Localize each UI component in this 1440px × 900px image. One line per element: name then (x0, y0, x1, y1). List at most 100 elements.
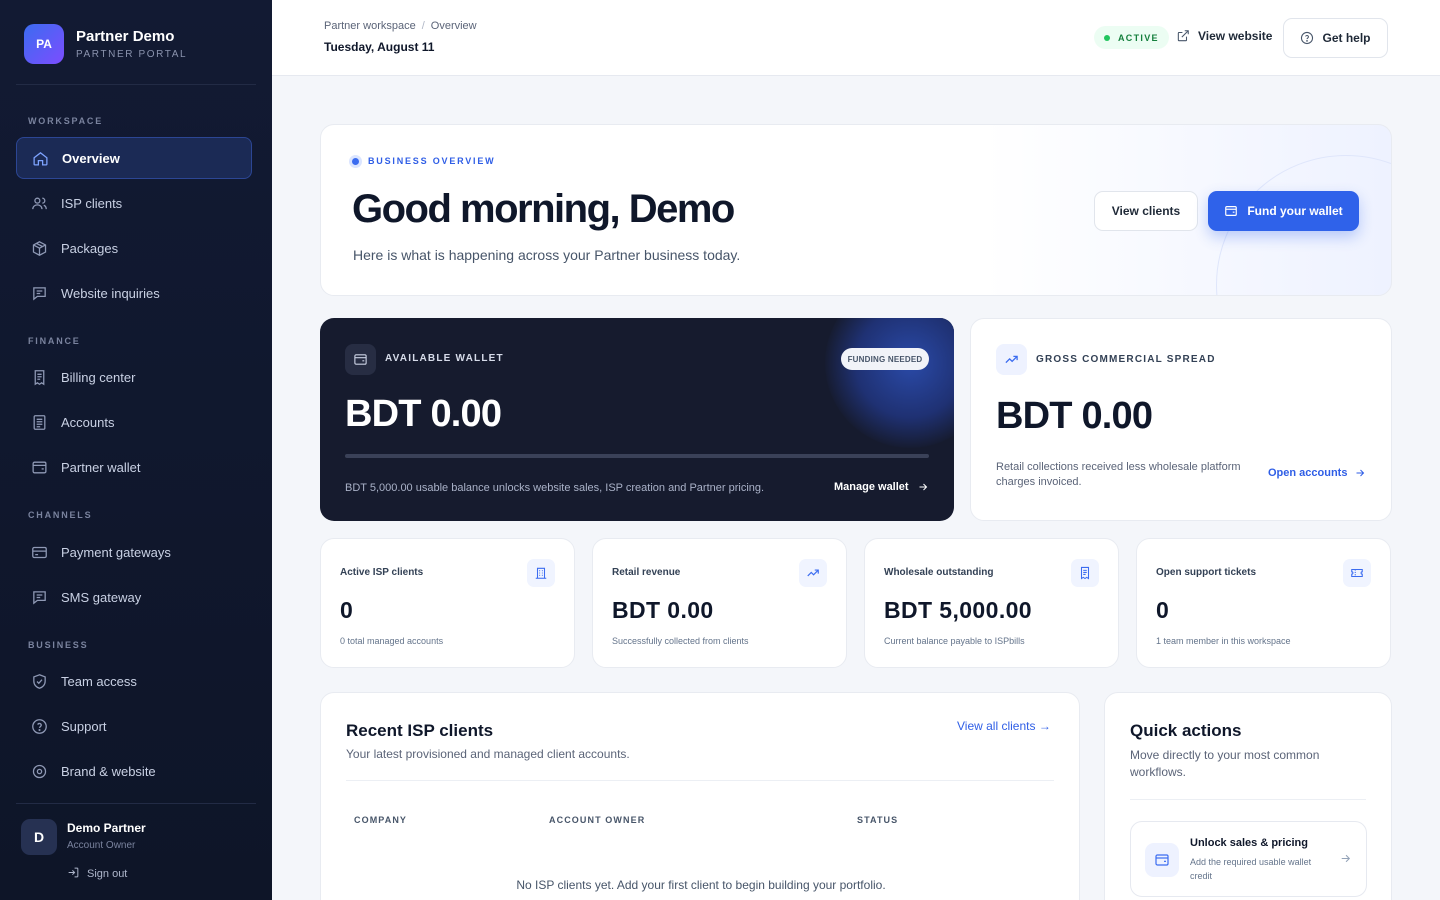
sidebar-item-label: Packages (61, 240, 119, 256)
message-icon (30, 284, 48, 302)
open-accounts-label: Open accounts (1268, 467, 1348, 479)
user-role: Account Owner (67, 840, 136, 851)
breadcrumb-item: Overview (430, 20, 477, 32)
divider (346, 780, 1054, 781)
page-subtitle: Here is what is happening across your Pa… (353, 247, 741, 263)
sidebar-item-team-access[interactable]: Team access (16, 660, 252, 702)
trending-up-icon (996, 344, 1027, 375)
column-header-company[interactable]: COMPANY (354, 815, 407, 825)
arrow-right-icon (1356, 469, 1365, 477)
package-icon (30, 239, 48, 257)
sidebar-item-support[interactable]: Support (16, 705, 252, 747)
user-name: Demo Partner (67, 821, 146, 835)
quick-action-unlock-sales[interactable]: Unlock sales & pricing Add the required … (1130, 821, 1367, 897)
external-link-icon (1177, 30, 1189, 42)
wallet-label: AVAILABLE WALLET (385, 353, 504, 364)
brand[interactable]: PA Partner Demo PARTNER PORTAL (24, 24, 187, 64)
sidebar-item-label: Brand & website (61, 763, 156, 779)
status-badge: ACTIVE (1094, 26, 1169, 49)
status-text: ACTIVE (1118, 32, 1159, 43)
view-all-clients-link[interactable]: View all clients → (957, 719, 1051, 733)
receipt-icon (1071, 559, 1099, 587)
section-title: Recent ISP clients (346, 721, 494, 740)
empty-state-message: No ISP clients yet. Add your first clien… (516, 878, 886, 892)
view-website-link[interactable]: View website (1176, 29, 1272, 43)
spread-label: GROSS COMMERCIAL SPREAD (1036, 354, 1216, 365)
wallet-note: BDT 5,000.00 usable balance unlocks webs… (345, 482, 765, 494)
sidebar-item-sms-gateway[interactable]: SMS gateway (16, 576, 252, 618)
divider (16, 803, 256, 804)
section-label-business: BUSINESS (28, 640, 89, 650)
sign-out-icon (67, 866, 87, 882)
section-subtitle: Your latest provisioned and managed clie… (346, 747, 630, 761)
settings-icon (30, 762, 48, 780)
sidebar-item-billing-center[interactable]: Billing center (16, 356, 252, 398)
brand-subtitle: PARTNER PORTAL (76, 49, 188, 60)
sidebar-item-accounts[interactable]: Accounts (16, 401, 252, 443)
stat-note: Current balance payable to ISPbills (884, 636, 1025, 646)
sign-out-button[interactable]: Sign out (67, 866, 127, 882)
spread-note: Retail collections received less wholesa… (996, 461, 1241, 488)
stat-note: Successfully collected from clients (612, 636, 749, 646)
breadcrumb-item[interactable]: Partner workspace (324, 20, 416, 32)
wallet-icon (345, 344, 376, 375)
open-accounts-link[interactable]: Open accounts (1268, 467, 1366, 479)
shield-icon (30, 672, 48, 690)
decorative-glow (825, 318, 954, 448)
sidebar-item-overview[interactable]: Overview (16, 137, 252, 179)
view-website-label: View website (1198, 29, 1273, 43)
business-overview-card: BUSINESS OVERVIEW Good morning, Demo Her… (320, 124, 1392, 296)
stat-value: 0 (1156, 597, 1170, 623)
stat-value: BDT 5,000.00 (884, 597, 1032, 623)
topbar: Partner workspace / Overview Tuesday, Augu… (272, 0, 1440, 76)
chat-icon (30, 588, 48, 606)
sidebar-item-brand-website[interactable]: Brand & website (16, 750, 252, 792)
wallet-icon (1145, 843, 1179, 877)
status-dot-icon (1104, 34, 1110, 41)
fund-wallet-button[interactable]: Fund your wallet (1208, 191, 1359, 231)
manage-wallet-link[interactable]: Manage wallet (834, 481, 929, 493)
sidebar-item-payment-gateways[interactable]: Payment gateways (16, 531, 252, 573)
wallet-icon (1225, 206, 1238, 216)
column-header-account-owner[interactable]: ACCOUNT OWNER (549, 815, 645, 825)
section-label-workspace: WORKSPACE (28, 116, 104, 126)
quick-actions-card: Quick actions Move directly to your most… (1104, 692, 1392, 900)
quick-action-title: Unlock sales & pricing (1190, 837, 1308, 849)
stat-card-active-isp-clients: Active ISP clients 0 0 total managed acc… (320, 538, 575, 668)
sidebar-item-label: SMS gateway (61, 589, 142, 605)
divider (1130, 799, 1366, 800)
sidebar-item-label: Website inquiries (61, 285, 160, 301)
recent-isp-clients-card: Recent ISP clients Your latest provision… (320, 692, 1080, 900)
sidebar-item-packages[interactable]: Packages (16, 227, 252, 269)
sidebar-item-label: Team access (61, 673, 137, 689)
sidebar-item-partner-wallet[interactable]: Partner wallet (16, 446, 252, 488)
column-header-status[interactable]: STATUS (857, 815, 898, 825)
help-circle-icon (30, 717, 48, 735)
credit-card-icon (30, 543, 48, 561)
ticket-icon (1343, 559, 1371, 587)
sidebar-item-label: Billing center (61, 369, 136, 385)
users-icon (30, 194, 48, 212)
trending-up-icon (799, 559, 827, 587)
funding-needed-badge: FUNDING NEEDED (841, 348, 929, 370)
stat-label: Active ISP clients (340, 567, 424, 578)
stat-card-retail-revenue: Retail revenue BDT 0.00 Successfully col… (592, 538, 847, 668)
section-tag-label: BUSINESS OVERVIEW (368, 156, 496, 166)
stat-value: 0 (340, 597, 354, 623)
stat-card-open-support-tickets: Open support tickets 0 1 team member in … (1136, 538, 1391, 668)
wallet-progress-bar (345, 454, 929, 458)
help-circle-icon (1301, 31, 1314, 45)
get-help-button[interactable]: Get help (1283, 18, 1388, 58)
sidebar-item-isp-clients[interactable]: ISP clients (16, 182, 252, 224)
brand-logo: PA (24, 24, 64, 64)
view-clients-button[interactable]: View clients (1094, 191, 1198, 231)
sidebar-item-website-inquiries[interactable]: Website inquiries (16, 272, 252, 314)
stat-note: 0 total managed accounts (340, 636, 444, 646)
section-label-finance: FINANCE (28, 336, 81, 346)
sidebar-item-label: Payment gateways (61, 544, 171, 560)
divider (16, 84, 256, 85)
wallet-icon (30, 458, 48, 476)
page-title: Good morning, Demo (352, 187, 735, 231)
sidebar: PA Partner Demo PARTNER PORTAL WORKSPACE… (0, 0, 272, 900)
quick-action-description: Add the required usable wallet credit (1190, 857, 1312, 881)
